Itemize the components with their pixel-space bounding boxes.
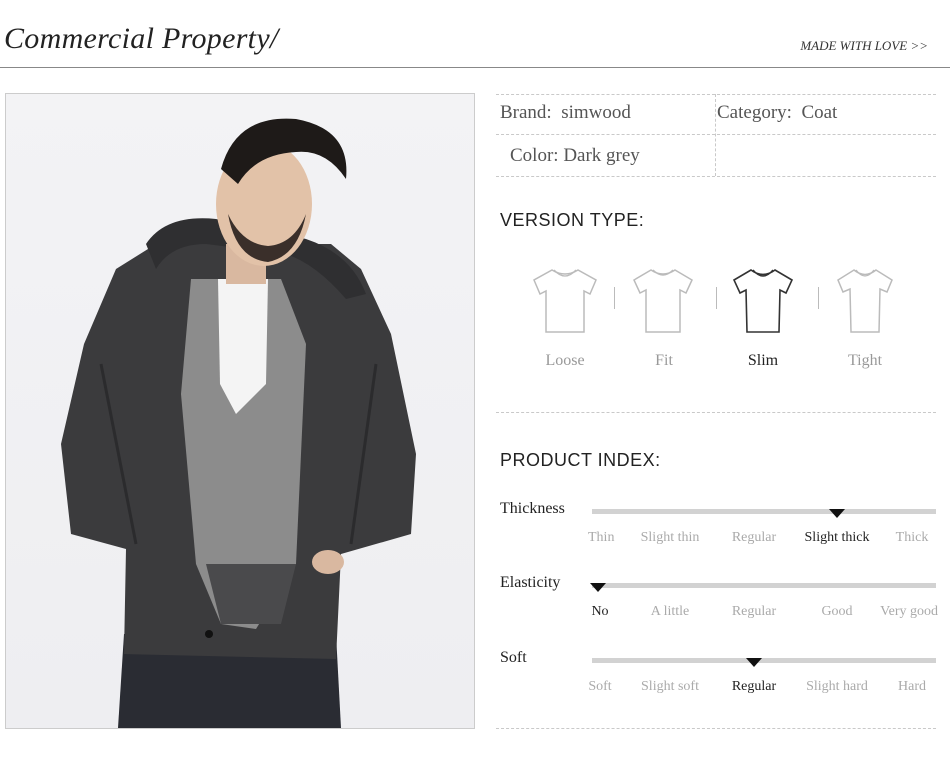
thickness-label: Thickness — [500, 500, 565, 517]
color-value: Dark grey — [563, 145, 640, 166]
thickness-bar — [592, 509, 936, 514]
loose-shirt-icon — [533, 269, 597, 333]
category-value: Coat — [801, 102, 838, 123]
elasticity-option: Good — [821, 604, 853, 619]
info-divider-bottom — [496, 176, 936, 177]
brand-value: simwood — [561, 102, 631, 123]
elasticity-options: No A little Regular Good Very good — [588, 604, 938, 622]
header-divider — [0, 67, 950, 68]
soft-label: Soft — [500, 649, 527, 666]
soft-marker — [746, 658, 762, 667]
section-divider — [496, 412, 936, 413]
thickness-option: Thick — [895, 530, 929, 545]
thickness-options: Thin Slight thin Regular Slight thick Th… — [588, 530, 938, 548]
product-index-title: PRODUCT INDEX: — [500, 450, 661, 470]
soft-option: Slight soft — [641, 679, 699, 694]
category-label: Category: — [717, 102, 792, 123]
color-row: Color: Dark grey — [510, 145, 640, 167]
soft-option: Hard — [898, 679, 926, 694]
elasticity-option: Regular — [731, 604, 777, 619]
version-label-fit: Fit — [655, 352, 673, 369]
info-divider-middle — [496, 134, 936, 135]
elasticity-option: No — [591, 604, 609, 619]
thickness-option: Slight thick — [804, 530, 870, 545]
brand-row: Brand: simwood — [500, 102, 631, 124]
version-separator — [716, 287, 717, 309]
fit-shirt-icon — [633, 269, 693, 333]
info-divider-top — [496, 94, 936, 95]
brand-label: Brand: — [500, 102, 552, 123]
version-label-tight: Tight — [847, 352, 883, 369]
elasticity-option: A little — [650, 604, 690, 619]
soft-option: Slight hard — [806, 679, 868, 694]
thickness-marker — [829, 509, 845, 518]
soft-bar — [592, 658, 936, 663]
version-label-loose: Loose — [545, 352, 585, 369]
elasticity-bar — [592, 583, 936, 588]
soft-option: Soft — [588, 679, 612, 694]
slim-shirt-icon — [732, 269, 794, 333]
thickness-option: Regular — [731, 530, 777, 545]
page-title: Commercial Property/ — [4, 22, 279, 55]
category-row: Category: Coat — [717, 102, 837, 124]
info-column-divider — [715, 94, 716, 176]
version-label-slim: Slim — [747, 352, 779, 369]
version-separator — [818, 287, 819, 309]
soft-options: Soft Slight soft Regular Slight hard Har… — [588, 679, 938, 697]
thickness-option: Slight thin — [640, 530, 700, 545]
elasticity-label: Elasticity — [500, 574, 561, 591]
product-photo — [5, 93, 475, 729]
version-separator — [614, 287, 615, 309]
elasticity-option: Very good — [880, 604, 938, 619]
thickness-option: Thin — [588, 530, 615, 545]
soft-option: Regular — [731, 679, 777, 694]
section-divider-bottom — [496, 728, 936, 729]
elasticity-marker — [590, 583, 606, 592]
version-type-title: VERSION TYPE: — [500, 210, 645, 230]
tight-shirt-icon — [837, 269, 893, 333]
color-label: Color: — [510, 145, 559, 166]
tagline: MADE WITH LOVE >> — [800, 38, 928, 53]
